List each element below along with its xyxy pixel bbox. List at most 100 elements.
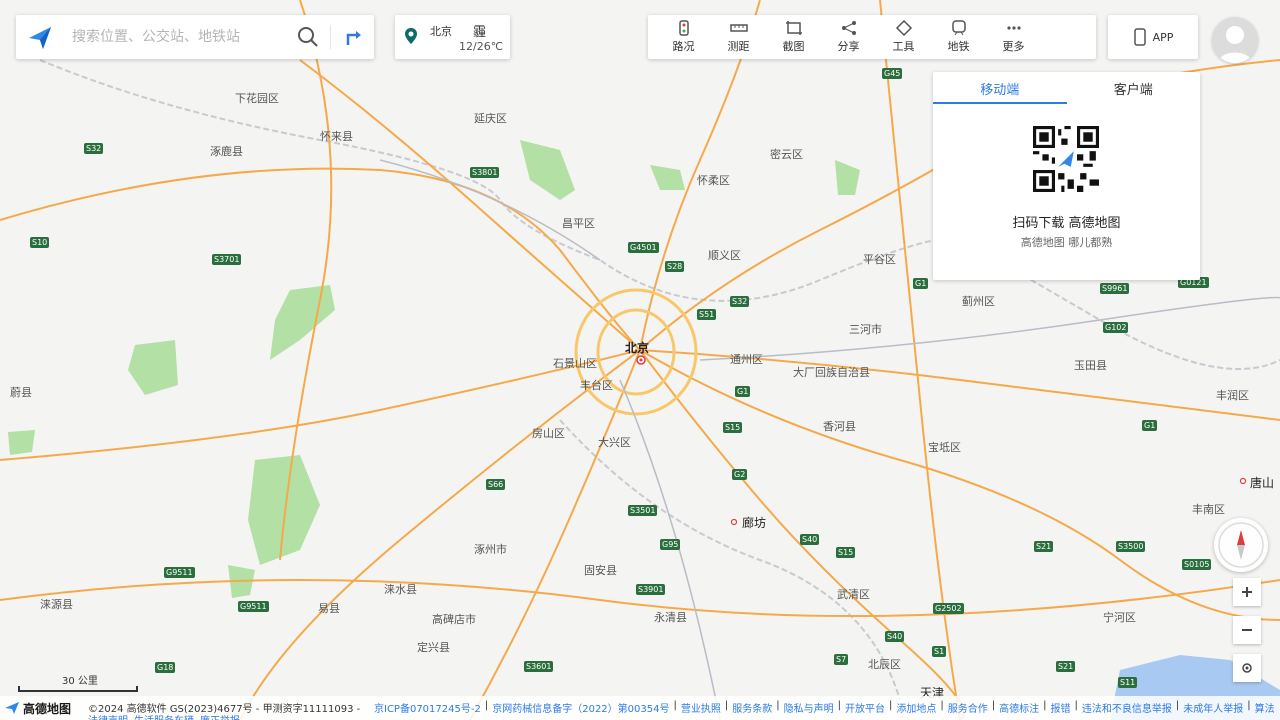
road-shield: G9511 [238,601,269,612]
tool-label: 工具 [892,40,915,53]
footer-link[interactable]: 未成年人举报 [1183,700,1243,715]
footer-link[interactable]: 算法 [1255,700,1275,715]
footer-link[interactable]: 违法和不良信息举报 [1082,700,1172,715]
footer-link[interactable]: 开放平台 [845,700,885,715]
place-label: 涿鹿县 [210,145,243,158]
tool-more[interactable]: 更多 [986,19,1041,55]
road-shield: G2502 [933,603,964,614]
tool-label: 地铁 [947,40,970,53]
place-label: 蔚县 [10,386,32,399]
search-input[interactable] [72,25,308,49]
tool-label: 路况 [672,40,695,53]
app-download-button[interactable]: APP [1108,15,1198,59]
place-label: 丰台区 [580,379,613,392]
qr-subtitle: 高德地图 哪儿都熟 [1020,236,1113,249]
footer-link[interactable]: 服务条款 [732,700,772,715]
locate-button[interactable] [1233,654,1261,682]
place-label: 平谷区 [863,253,896,266]
footer-link[interactable]: 服务合作 [948,700,988,715]
footer-link[interactable]: 生活服务车辆 [134,712,194,720]
road-shield: S51 [697,309,717,320]
footer-brand[interactable]: 高德地图 [4,700,71,716]
road-shield: S3501 [628,505,658,516]
road-shield: S3701 [212,254,242,265]
share-icon [841,21,856,35]
tool-subway[interactable]: 地铁 [931,19,986,55]
weather-city[interactable]: 北京 [430,23,460,39]
tool-label: 更多 [1002,40,1025,53]
footer-link[interactable]: 廉正举报 [200,712,240,720]
city-label: 唐山 [1250,476,1275,490]
weather-panel[interactable]: 北京 霾 12/26℃ [395,15,510,59]
place-label: 怀柔区 [697,174,730,187]
tool-screenshot[interactable]: 截图 [766,19,821,55]
road-shield: G4501 [628,242,659,253]
user-avatar[interactable] [1212,17,1258,63]
tab-mobile[interactable]: 移动端 [933,78,1067,104]
more-icon [1006,26,1021,30]
footer-link[interactable]: 报错 [1050,700,1070,715]
road-shield: S1 [932,646,947,657]
place-label: 石景山区 [553,357,597,370]
road-shield: S21 [1034,541,1054,552]
amap-logo-icon[interactable] [26,24,54,52]
zoom-in-button[interactable] [1233,578,1261,606]
footer-link[interactable]: 高德标注 [999,700,1039,715]
road-shield: S3801 [470,167,500,178]
footer-link[interactable]: 隐私与声明 [784,700,834,715]
footer-links-row2: 法律声明 生活服务车辆 廉正举报 [88,712,240,720]
road-shield: G1 [913,278,929,289]
place-label: 香河县 [823,420,856,433]
road-shield: S40 [800,534,820,545]
place-label: 涞水县 [384,583,417,596]
scale-line [18,686,138,692]
footer-link[interactable]: 京ICP备07017245号-2 [374,700,481,715]
place-label: 宝坻区 [928,441,961,454]
footer: 高德地图 ©2024 高德软件 GS(2023)4677号 - 甲测资字1111… [0,696,1280,720]
footer-link[interactable]: 法律声明 [88,712,128,720]
road-shield: S3500 [1116,541,1146,552]
tool-ruler[interactable]: 测距 [711,19,766,55]
place-label: 涿州市 [474,543,507,556]
place-label: 高碑店市 [432,613,476,626]
place-label: 蓟州区 [962,295,995,308]
road-shield: G18 [155,662,176,673]
tool-traffic[interactable]: 路况 [656,19,711,55]
road-shield: S66 [486,479,506,490]
screenshot-icon [785,21,802,35]
place-label: 下花园区 [235,92,279,105]
route-icon[interactable] [340,23,368,51]
search-icon[interactable] [294,23,322,51]
place-label: 北辰区 [868,658,901,671]
road-shield: G2 [732,469,748,480]
divider [330,25,331,49]
subway-icon [951,20,966,36]
road-shield: S21 [1056,661,1076,672]
footer-link[interactable]: 京网药械信息备字（2022）第00354号 [492,700,669,715]
road-shield: G45 [882,68,903,79]
road-shield: S9961 [1100,283,1130,294]
road-shield: G102 [1103,322,1129,333]
phone-icon [1133,28,1146,46]
scale-label: 30 公里 [62,676,98,687]
tool-label: 测距 [727,40,750,53]
footer-link[interactable]: 营业执照 [681,700,721,715]
city-label: 廊坊 [742,516,767,530]
tool-share[interactable]: 分享 [821,19,876,55]
tool-tools[interactable]: 工具 [876,19,931,55]
map-toolbar: 路况 测距 截图 分享 工具 地铁 更多 [648,15,1096,59]
weather-temp: 12/26℃ [459,40,504,53]
scale-bar: 30 公里 [18,672,138,694]
tab-desktop[interactable]: 客户端 [1067,78,1201,104]
zoom-out-button[interactable] [1233,616,1261,644]
footer-links: 京ICP备07017245号-2 | 京网药械信息备字（2022）第00354号 |… [374,700,1275,715]
road-shield: S7 [834,654,849,665]
qr-download-panel: 移动端 客户端 扫码下载 高德地图 高德地图 哪儿都熟 [933,72,1200,280]
place-label: 宁河区 [1103,611,1136,624]
compass[interactable] [1214,518,1268,572]
brand-label: 高德地图 [23,701,72,716]
road-shield: S15 [723,422,743,433]
tools-icon [895,20,912,36]
footer-link[interactable]: 添加地点 [896,700,936,715]
minus-icon [1242,629,1252,631]
